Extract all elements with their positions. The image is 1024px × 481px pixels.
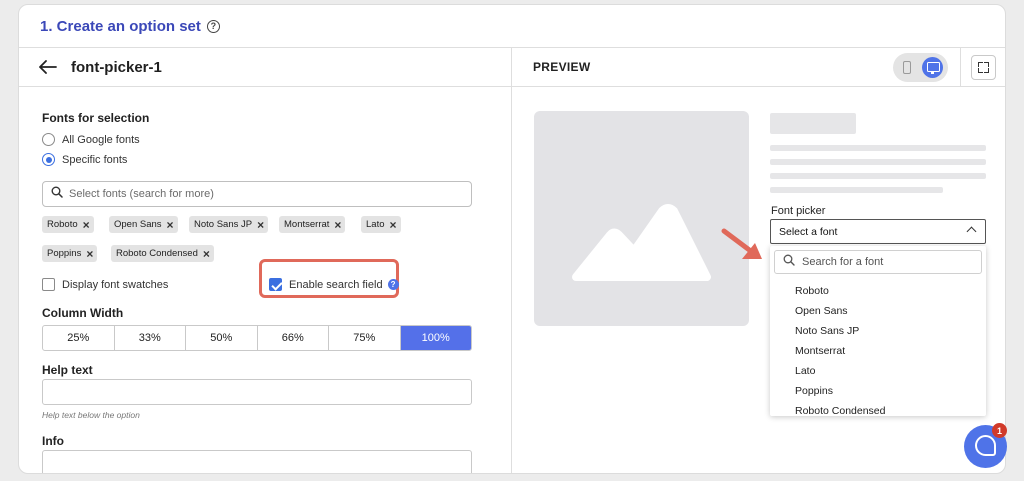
skeleton-line xyxy=(770,159,986,165)
mobile-icon[interactable] xyxy=(903,61,911,74)
enable-search-option[interactable]: Enable search field ? xyxy=(269,278,399,291)
radio-circle[interactable] xyxy=(42,153,55,166)
column-width-label: Column Width xyxy=(42,306,124,320)
back-arrow-icon[interactable] xyxy=(39,60,57,74)
column-width-selector: 25% 33% 50% 66% 75% 100% xyxy=(42,325,472,351)
radio-specific-fonts[interactable]: Specific fonts xyxy=(42,153,127,166)
dropdown-option[interactable]: Poppins xyxy=(795,385,833,397)
notification-badge: 1 xyxy=(992,423,1007,438)
select-value: Select a font xyxy=(779,225,838,238)
option-set-card: 1. Create an option set ? font-picker-1 … xyxy=(18,4,1006,474)
radio-label: Specific fonts xyxy=(62,153,128,166)
preview-header: PREVIEW xyxy=(512,48,1005,87)
dropdown-option[interactable]: Roboto Condensed xyxy=(795,405,886,416)
help-text-hint: Help text below the option xyxy=(42,410,140,420)
fullscreen-icon xyxy=(984,68,989,73)
help-text-input[interactable] xyxy=(42,379,472,405)
skeleton-line xyxy=(770,145,986,151)
font-picker-label: Font picker xyxy=(771,205,826,217)
font-select[interactable]: Select a font xyxy=(770,219,986,244)
editor-header: font-picker-1 xyxy=(19,48,511,87)
search-icon xyxy=(51,185,63,203)
remove-tag-icon[interactable]: × xyxy=(83,219,90,231)
product-image-placeholder xyxy=(534,111,749,326)
dropdown-option[interactable]: Open Sans xyxy=(795,305,848,317)
font-tag: Lato × xyxy=(361,216,401,233)
help-icon[interactable]: ? xyxy=(206,19,220,33)
font-tag: Roboto × xyxy=(42,216,94,233)
width-option-66[interactable]: 66% xyxy=(258,326,329,350)
width-option-100[interactable]: 100% xyxy=(400,326,471,350)
enable-search-checkbox[interactable] xyxy=(269,278,282,291)
editor-panel: font-picker-1 Fonts for selection All Go… xyxy=(19,48,512,473)
info-icon[interactable]: ? xyxy=(387,279,399,290)
skeleton-title xyxy=(770,113,856,134)
annotation-arrow-icon xyxy=(721,228,762,259)
desktop-icon[interactable] xyxy=(922,57,943,78)
display-swatches-checkbox[interactable] xyxy=(42,278,55,291)
font-search-input[interactable] xyxy=(69,188,449,200)
dropdown-option[interactable]: Noto Sans JP xyxy=(795,325,859,337)
tag-label: Poppins xyxy=(47,248,82,259)
tag-label: Noto Sans JP xyxy=(194,219,253,230)
width-option-50[interactable]: 50% xyxy=(186,326,258,350)
tag-label: Roboto xyxy=(47,219,78,230)
fullscreen-icon xyxy=(984,62,989,67)
help-text-label: Help text xyxy=(42,363,93,377)
font-tag: Noto Sans JP × xyxy=(189,216,269,233)
remove-tag-icon[interactable]: × xyxy=(167,219,174,231)
checkbox-label: Display font swatches xyxy=(62,278,169,291)
card-header: 1. Create an option set ? xyxy=(19,5,1005,48)
preview-title: PREVIEW xyxy=(533,60,591,74)
remove-tag-icon[interactable]: × xyxy=(86,248,93,260)
tag-label: Roboto Condensed xyxy=(116,248,198,259)
remove-tag-icon[interactable]: × xyxy=(334,219,341,231)
chevron-up-icon xyxy=(966,226,977,237)
font-tag: Montserrat × xyxy=(279,216,346,233)
dropdown-search-input[interactable] xyxy=(802,256,972,268)
search-icon xyxy=(783,253,795,271)
fullscreen-icon xyxy=(978,62,983,67)
tag-label: Open Sans xyxy=(114,219,162,230)
checkbox-label: Enable search field xyxy=(289,278,383,291)
page-title: 1. Create an option set xyxy=(40,17,201,35)
fullscreen-icon xyxy=(978,68,983,73)
radio-label: All Google fonts xyxy=(62,133,140,146)
remove-tag-icon[interactable]: × xyxy=(203,248,210,260)
chat-icon xyxy=(975,435,996,456)
device-toggle xyxy=(893,53,948,82)
dropdown-option[interactable]: Roboto xyxy=(795,285,829,297)
header-divider xyxy=(960,48,961,87)
width-option-75[interactable]: 75% xyxy=(329,326,401,350)
preview-panel: PREVIEW Font picker Select a font Search… xyxy=(512,48,1005,473)
fullscreen-button[interactable] xyxy=(971,55,996,80)
width-option-33[interactable]: 33% xyxy=(115,326,186,350)
radio-circle[interactable] xyxy=(42,133,55,146)
info-label: Info xyxy=(42,434,64,448)
display-swatches-option[interactable]: Display font swatches xyxy=(42,278,168,291)
radio-all-google-fonts[interactable]: All Google fonts xyxy=(42,133,140,146)
tag-label: Montserrat xyxy=(284,219,330,230)
fonts-section-label: Fonts for selection xyxy=(42,111,150,125)
dropdown-option[interactable]: Lato xyxy=(795,365,815,377)
width-option-25[interactable]: 25% xyxy=(43,326,115,350)
font-dropdown: Roboto Open Sans Noto Sans JP Montserrat… xyxy=(770,246,986,416)
font-tag: Poppins × xyxy=(42,245,98,262)
skeleton-line xyxy=(770,187,943,193)
skeleton-line xyxy=(770,173,986,179)
remove-tag-icon[interactable]: × xyxy=(390,219,397,231)
font-tag: Roboto Condensed × xyxy=(111,245,214,262)
tag-label: Lato xyxy=(366,219,385,230)
mountain-image-icon xyxy=(572,204,711,281)
dropdown-option[interactable]: Montserrat xyxy=(795,345,845,357)
option-set-name: font-picker-1 xyxy=(71,58,162,76)
font-select-field[interactable] xyxy=(42,181,472,207)
dropdown-search-field[interactable] xyxy=(774,250,982,274)
info-input[interactable] xyxy=(42,450,472,473)
font-tag: Open Sans × xyxy=(109,216,178,233)
remove-tag-icon[interactable]: × xyxy=(257,219,264,231)
